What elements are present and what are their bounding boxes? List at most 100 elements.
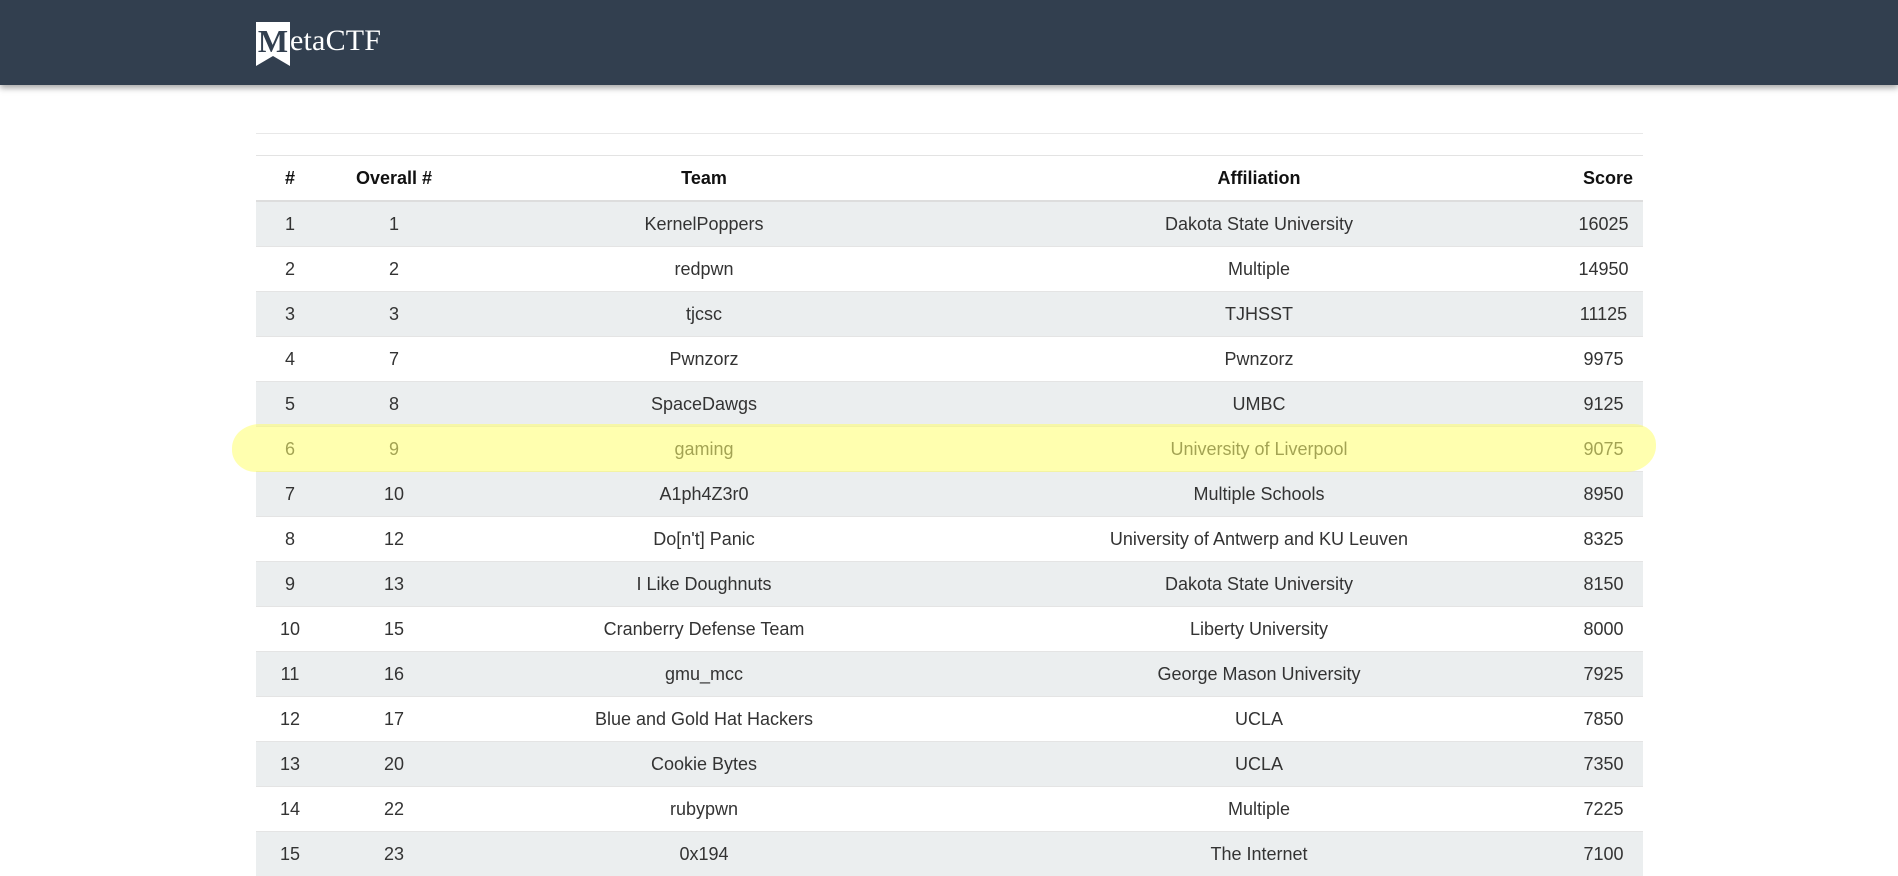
affiliation-cell: Dakota State University <box>944 562 1574 607</box>
score-cell: 16025 <box>1574 201 1643 247</box>
overall-rank-cell: 16 <box>324 652 464 697</box>
team-name-cell[interactable]: SpaceDawgs <box>464 382 944 427</box>
rank-cell: 5 <box>256 382 324 427</box>
header-affiliation[interactable]: Affiliation <box>944 156 1574 202</box>
rank-cell: 11 <box>256 652 324 697</box>
scoreboard-table: # Overall # Team Affiliation Score 11Ker… <box>256 155 1643 876</box>
overall-rank-cell: 23 <box>324 832 464 876</box>
metactf-logo[interactable]: M etaCTF <box>256 22 381 66</box>
divider <box>256 133 1643 134</box>
table-row: 22redpwnMultiple14950 <box>256 247 1643 292</box>
affiliation-cell: The Internet <box>944 832 1574 876</box>
table-header-row: # Overall # Team Affiliation Score <box>256 156 1643 202</box>
score-cell: 7925 <box>1574 652 1643 697</box>
score-cell: 7225 <box>1574 787 1643 832</box>
header-rank[interactable]: # <box>256 156 324 202</box>
affiliation-cell: Multiple <box>944 787 1574 832</box>
table-row: 812Do[n't] PanicUniversity of Antwerp an… <box>256 517 1643 562</box>
team-name-cell[interactable]: gaming <box>464 427 944 472</box>
table-row: 15230x194The Internet7100 <box>256 832 1643 876</box>
header-score[interactable]: Score <box>1574 156 1643 202</box>
table-row: 11KernelPoppersDakota State University16… <box>256 201 1643 247</box>
overall-rank-cell: 8 <box>324 382 464 427</box>
rank-cell: 15 <box>256 832 324 876</box>
table-row: 710A1ph4Z3r0Multiple Schools8950 <box>256 472 1643 517</box>
team-name-cell[interactable]: gmu_mcc <box>464 652 944 697</box>
score-cell: 7100 <box>1574 832 1643 876</box>
header-overall-rank[interactable]: Overall # <box>324 156 464 202</box>
brand-name: etaCTF <box>290 26 381 56</box>
affiliation-cell: Multiple Schools <box>944 472 1574 517</box>
score-cell: 7850 <box>1574 697 1643 742</box>
score-cell: 8950 <box>1574 472 1643 517</box>
rank-cell: 3 <box>256 292 324 337</box>
table-row: 1217Blue and Gold Hat HackersUCLA7850 <box>256 697 1643 742</box>
score-cell: 11125 <box>1574 292 1643 337</box>
score-cell: 8150 <box>1574 562 1643 607</box>
rank-cell: 9 <box>256 562 324 607</box>
table-row: 1422rubypwnMultiple7225 <box>256 787 1643 832</box>
team-name-cell[interactable]: Cookie Bytes <box>464 742 944 787</box>
team-name-cell[interactable]: rubypwn <box>464 787 944 832</box>
overall-rank-cell: 3 <box>324 292 464 337</box>
rank-cell: 2 <box>256 247 324 292</box>
overall-rank-cell: 15 <box>324 607 464 652</box>
team-name-cell[interactable]: KernelPoppers <box>464 201 944 247</box>
team-name-cell[interactable]: 0x194 <box>464 832 944 876</box>
score-cell: 8325 <box>1574 517 1643 562</box>
team-name-cell[interactable]: Cranberry Defense Team <box>464 607 944 652</box>
team-name-cell[interactable]: Blue and Gold Hat Hackers <box>464 697 944 742</box>
affiliation-cell: University of Antwerp and KU Leuven <box>944 517 1574 562</box>
rank-cell: 8 <box>256 517 324 562</box>
rank-cell: 13 <box>256 742 324 787</box>
score-cell: 14950 <box>1574 247 1643 292</box>
team-name-cell[interactable]: redpwn <box>464 247 944 292</box>
overall-rank-cell: 13 <box>324 562 464 607</box>
affiliation-cell: UCLA <box>944 697 1574 742</box>
overall-rank-cell: 10 <box>324 472 464 517</box>
overall-rank-cell: 2 <box>324 247 464 292</box>
bookmark-logo-icon: M <box>256 22 290 66</box>
overall-rank-cell: 1 <box>324 201 464 247</box>
logo-letter: M <box>258 23 288 59</box>
overall-rank-cell: 12 <box>324 517 464 562</box>
table-row: 69gamingUniversity of Liverpool9075 <box>256 427 1643 472</box>
table-row: 58SpaceDawgsUMBC9125 <box>256 382 1643 427</box>
table-row: 1116gmu_mccGeorge Mason University7925 <box>256 652 1643 697</box>
top-navbar: M etaCTF <box>0 0 1898 85</box>
affiliation-cell: TJHSST <box>944 292 1574 337</box>
rank-cell: 14 <box>256 787 324 832</box>
table-row: 1015Cranberry Defense TeamLiberty Univer… <box>256 607 1643 652</box>
overall-rank-cell: 22 <box>324 787 464 832</box>
rank-cell: 4 <box>256 337 324 382</box>
overall-rank-cell: 7 <box>324 337 464 382</box>
affiliation-cell: University of Liverpool <box>944 427 1574 472</box>
table-row: 33tjcscTJHSST11125 <box>256 292 1643 337</box>
rank-cell: 7 <box>256 472 324 517</box>
overall-rank-cell: 20 <box>324 742 464 787</box>
score-cell: 9975 <box>1574 337 1643 382</box>
team-name-cell[interactable]: Do[n't] Panic <box>464 517 944 562</box>
rank-cell: 12 <box>256 697 324 742</box>
affiliation-cell: UMBC <box>944 382 1574 427</box>
affiliation-cell: Multiple <box>944 247 1574 292</box>
overall-rank-cell: 9 <box>324 427 464 472</box>
score-cell: 7350 <box>1574 742 1643 787</box>
team-name-cell[interactable]: tjcsc <box>464 292 944 337</box>
header-team[interactable]: Team <box>464 156 944 202</box>
affiliation-cell: UCLA <box>944 742 1574 787</box>
affiliation-cell: Dakota State University <box>944 201 1574 247</box>
score-cell: 9125 <box>1574 382 1643 427</box>
rank-cell: 1 <box>256 201 324 247</box>
team-name-cell[interactable]: Pwnzorz <box>464 337 944 382</box>
rank-cell: 10 <box>256 607 324 652</box>
team-name-cell[interactable]: I Like Doughnuts <box>464 562 944 607</box>
table-row: 47PwnzorzPwnzorz9975 <box>256 337 1643 382</box>
rank-cell: 6 <box>256 427 324 472</box>
overall-rank-cell: 17 <box>324 697 464 742</box>
table-row: 913I Like DoughnutsDakota State Universi… <box>256 562 1643 607</box>
team-name-cell[interactable]: A1ph4Z3r0 <box>464 472 944 517</box>
score-cell: 9075 <box>1574 427 1643 472</box>
affiliation-cell: George Mason University <box>944 652 1574 697</box>
table-row: 1320Cookie BytesUCLA7350 <box>256 742 1643 787</box>
